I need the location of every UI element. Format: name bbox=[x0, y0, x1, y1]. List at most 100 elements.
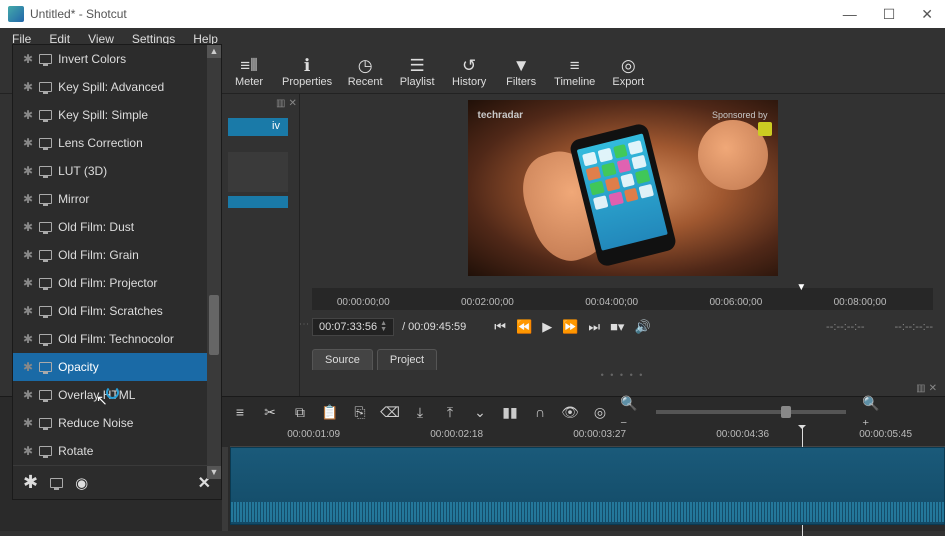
filter-item-reduce-noise[interactable]: ✱Reduce Noise bbox=[13, 409, 221, 437]
favorite-star-icon[interactable]: ✱ bbox=[23, 444, 33, 458]
scroll-up-icon[interactable]: ▲ bbox=[207, 45, 221, 58]
favorite-star-icon[interactable]: ✱ bbox=[23, 80, 33, 94]
chevron-down-icon[interactable]: ⌄ bbox=[470, 402, 490, 422]
timeline-menu-icon[interactable]: ≡ bbox=[230, 402, 250, 422]
filter-item-mirror[interactable]: ✱Mirror bbox=[13, 185, 221, 213]
filter-item-opacity[interactable]: ✱Opacity bbox=[13, 353, 221, 381]
favorite-star-icon[interactable]: ✱ bbox=[23, 164, 33, 178]
scroll-down-icon[interactable]: ▼ bbox=[207, 466, 221, 479]
timeline-icon: ≡ bbox=[570, 57, 580, 74]
favorite-star-icon[interactable]: ✱ bbox=[23, 248, 33, 262]
overwrite-icon[interactable]: ⤒ bbox=[440, 402, 460, 422]
ripple-icon[interactable]: ◎ bbox=[590, 402, 610, 422]
zoom-out-icon[interactable]: 🔍₋ bbox=[620, 402, 640, 422]
total-timecode: / 00:09:45:59 bbox=[402, 321, 466, 333]
playlist-item[interactable] bbox=[228, 196, 288, 208]
playlist-item[interactable] bbox=[228, 152, 288, 192]
filter-item-label: Old Film: Grain bbox=[58, 248, 139, 262]
play-icon[interactable]: ▶ bbox=[542, 319, 552, 335]
toolbar-filters[interactable]: ▼Filters bbox=[502, 57, 540, 88]
filter-item-label: Old Film: Projector bbox=[58, 276, 157, 290]
current-timecode[interactable]: 00:07:33:56 ▲▼ bbox=[312, 318, 394, 336]
preview-playhead[interactable]: ▼ bbox=[796, 282, 806, 292]
filter-item-old-film-grain[interactable]: ✱ Old Film: Grain bbox=[13, 241, 221, 269]
favorite-star-icon[interactable]: ✱ bbox=[23, 472, 38, 493]
skip-start-icon[interactable]: ⏮ bbox=[494, 319, 506, 335]
video-preview[interactable]: techradar Sponsored by bbox=[468, 100, 778, 276]
cut-icon[interactable]: ✂ bbox=[260, 402, 280, 422]
favorite-star-icon[interactable]: ✱ bbox=[23, 332, 33, 346]
toolbar-timeline[interactable]: ≡Timeline bbox=[554, 57, 595, 88]
timeline-video-track[interactable] bbox=[230, 447, 945, 525]
minimize-button[interactable]: — bbox=[839, 6, 861, 23]
filter-item-key-spill-simple[interactable]: ✱Key Spill: Simple bbox=[13, 101, 221, 129]
favorite-star-icon[interactable]: ✱ bbox=[23, 192, 33, 206]
favorite-star-icon[interactable]: ✱ bbox=[23, 360, 33, 374]
monitor-icon bbox=[39, 390, 52, 400]
timeline-ruler[interactable]: 00:00:01:09 00:00:02:18 00:00:03:27 00:0… bbox=[230, 427, 945, 447]
timeline-clip[interactable] bbox=[230, 447, 945, 525]
audio-filters-icon[interactable]: ◉ bbox=[75, 474, 88, 492]
toolbar-meter[interactable]: ≡⦀Meter bbox=[230, 57, 268, 88]
filter-item-overlay-html[interactable]: ✱Overlay HTML bbox=[13, 381, 221, 409]
copy-icon[interactable]: ⧉ bbox=[290, 402, 310, 422]
tab-project[interactable]: Project bbox=[377, 349, 437, 370]
favorite-star-icon[interactable]: ✱ bbox=[23, 304, 33, 318]
scrollbar-thumb[interactable] bbox=[209, 295, 219, 355]
out-point-timecode: --:--:--:-- bbox=[895, 321, 933, 333]
zoom-slider[interactable] bbox=[656, 410, 846, 414]
panel-float-icon[interactable]: ▥ bbox=[276, 98, 285, 109]
tab-source[interactable]: Source bbox=[312, 349, 373, 370]
loop-icon[interactable]: ■▾ bbox=[610, 319, 624, 335]
toolbar-playlist[interactable]: ☰Playlist bbox=[398, 57, 436, 88]
maximize-button[interactable]: ☐ bbox=[879, 6, 900, 23]
favorite-star-icon[interactable]: ✱ bbox=[23, 388, 33, 402]
favorite-star-icon[interactable]: ✱ bbox=[23, 276, 33, 290]
split-icon[interactable]: ▮▮ bbox=[500, 402, 520, 422]
filters-scrollbar[interactable]: ▲ ▼ bbox=[207, 45, 221, 479]
filter-item-lut-3d-[interactable]: ✱LUT (3D) bbox=[13, 157, 221, 185]
favorite-star-icon[interactable]: ✱ bbox=[23, 108, 33, 122]
watermark-right: Sponsored by bbox=[712, 110, 768, 120]
favorite-star-icon[interactable]: ✱ bbox=[23, 52, 33, 66]
track-header-splitter[interactable] bbox=[222, 447, 228, 531]
playlist-item-selected[interactable]: iv bbox=[228, 118, 288, 136]
video-filters-icon[interactable] bbox=[50, 478, 63, 488]
favorite-star-icon[interactable]: ✱ bbox=[23, 416, 33, 430]
zoom-in-icon[interactable]: 🔍₊ bbox=[862, 402, 882, 422]
panel-drag-handle[interactable]: • • • • • bbox=[300, 370, 945, 380]
monitor-icon bbox=[39, 250, 52, 260]
lift-icon[interactable]: ⤓ bbox=[410, 402, 430, 422]
toolbar-properties[interactable]: ℹProperties bbox=[282, 57, 332, 88]
scrub-icon[interactable]: 👁 bbox=[560, 402, 580, 422]
filter-item-key-spill-advanced[interactable]: ✱Key Spill: Advanced bbox=[13, 73, 221, 101]
filter-item-invert-colors[interactable]: ✱Invert Colors bbox=[13, 45, 221, 73]
toolbar-history[interactable]: ↺History bbox=[450, 57, 488, 88]
fast-forward-icon[interactable]: ⏩ bbox=[562, 319, 578, 335]
paste-icon[interactable]: 📋 bbox=[320, 402, 340, 422]
filter-item-old-film-technocolor[interactable]: ✱ Old Film: Technocolor bbox=[13, 325, 221, 353]
timeline-float-icon[interactable]: ▥ bbox=[916, 383, 925, 394]
snap-icon[interactable]: ∩ bbox=[530, 402, 550, 422]
timeline-close-icon[interactable]: ✕ bbox=[929, 383, 937, 394]
filter-item-old-film-dust[interactable]: ✱Old Film: Dust bbox=[13, 213, 221, 241]
rewind-icon[interactable]: ⏪ bbox=[516, 319, 532, 335]
toolbar-recent[interactable]: ◷Recent bbox=[346, 57, 384, 88]
panel-splitter[interactable]: ⋮ bbox=[298, 319, 309, 328]
filter-item-lens-correction[interactable]: ✱Lens Correction bbox=[13, 129, 221, 157]
filter-item-label: Old Film: Technocolor bbox=[58, 332, 174, 346]
remove-icon[interactable]: ⌫ bbox=[380, 402, 400, 422]
panel-close-icon[interactable]: ✕ bbox=[288, 98, 296, 109]
skip-end-icon[interactable]: ⏭ bbox=[588, 319, 600, 335]
close-button[interactable]: ✕ bbox=[917, 6, 937, 23]
toolbar-export[interactable]: ◎Export bbox=[609, 57, 647, 88]
monitor-icon bbox=[39, 418, 52, 428]
append-icon[interactable]: ⎘ bbox=[350, 402, 370, 422]
filter-item-old-film-projector[interactable]: ✱ Old Film: Projector bbox=[13, 269, 221, 297]
favorite-star-icon[interactable]: ✱ bbox=[23, 136, 33, 150]
favorite-star-icon[interactable]: ✱ bbox=[23, 220, 33, 234]
volume-icon[interactable]: 🔊 bbox=[634, 319, 650, 335]
filter-item-rotate[interactable]: ✱Rotate bbox=[13, 437, 221, 465]
preview-ruler[interactable]: 00:00:00;00 00:02:00;00 00:04:00;00 00:0… bbox=[312, 288, 933, 310]
filter-item-old-film-scratches[interactable]: ✱Old Film: Scratches bbox=[13, 297, 221, 325]
